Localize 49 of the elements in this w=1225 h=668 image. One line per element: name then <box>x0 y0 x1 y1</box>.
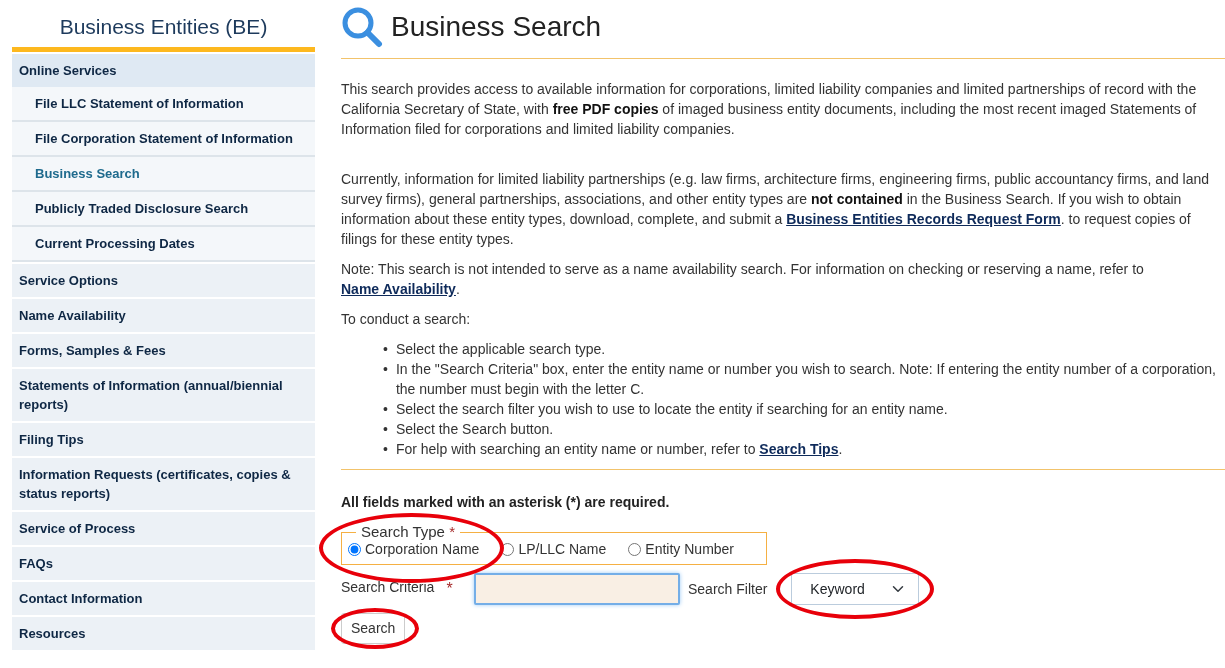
sidebar-item[interactable]: Name Availability <box>12 299 315 332</box>
bullet: • <box>383 440 388 459</box>
field-label: Search Filter <box>688 579 768 599</box>
list-item: Select the search filter you wish to use to locate the entity if searching for an entity name. <box>395 400 948 419</box>
sidebar-item[interactable]: Service of Process <box>12 512 315 545</box>
sidebar-item[interactable]: FAQs <box>12 547 315 580</box>
search-criteria-field[interactable] <box>474 573 680 605</box>
bullet: • <box>383 360 388 379</box>
legend-text: Search Type <box>361 523 446 540</box>
list-item: In the "Search Criteria" box, enter the entity name or number you wish to search. Note: If entering the entity number of a corporation, the number must begin with the letter C. <box>395 360 1217 399</box>
list-item: For help with searching an entity name or number, refer to Search Tips. <box>395 440 843 459</box>
required-mark: * <box>446 579 453 599</box>
sidebar-subitem[interactable]: File LLC Statement of Information <box>12 87 315 122</box>
list-item: Select the applicable search type. <box>395 340 606 359</box>
sidebar-item[interactable]: Forms, Samples & Fees <box>12 334 315 367</box>
search-filter-select[interactable]: Keyword <box>791 573 920 605</box>
sidebar-item[interactable]: Resources <box>12 617 315 650</box>
sidebar-item[interactable]: Information Requests (certificates, copies & status reports) <box>12 458 315 510</box>
paragraph: Note: This search is not intended to serve as a name availability search. For information on checking or reserving a name, refer to Name Availability. <box>341 260 1145 299</box>
radio-button[interactable] <box>348 543 361 556</box>
page-title: Business Search <box>391 10 602 44</box>
search-button[interactable]: Search <box>341 613 406 644</box>
link[interactable]: Business Entities Records Request Form <box>786 211 1061 227</box>
sidebar-subitem[interactable]: Publicly Traded Disclosure Search <box>12 192 315 227</box>
paragraph: Currently, information for limited liability partnerships (e.g. law firms, architecture firms, engineering firms, public accountancy firms, and land survey firms), general partnerships, associations, and other entity types are not contained in the Business Search. If you wish to obtain information about these entity types, download, complete, and submit a Business Entities Records Request Form. to request copies of filings for these entity types. <box>341 170 1211 249</box>
sidebar-subitem[interactable]: File Corporation Statement of Information <box>12 122 315 157</box>
paragraph: To conduct a search: <box>341 310 472 329</box>
sidebar-subitem[interactable]: Business Search <box>12 157 315 192</box>
bullet: • <box>383 400 388 419</box>
sidebar-subitem[interactable]: Current Processing Dates <box>12 227 315 262</box>
radio-label: LP/LLC Name <box>518 540 607 559</box>
bullet: • <box>383 420 388 439</box>
list-item: Select the Search button. <box>395 420 554 439</box>
bullet: • <box>383 340 388 359</box>
radio-label: Entity Number <box>645 540 735 559</box>
radio-label: Corporation Name <box>365 540 480 559</box>
radio-button[interactable] <box>628 543 642 556</box>
link[interactable]: Name Availability <box>341 281 456 297</box>
sidebar-item[interactable]: Statements of Information (annual/biennial reports) <box>12 369 315 421</box>
required-note: All fields marked with an asterisk (*) are required. <box>341 493 671 512</box>
field-label: Search Criteria <box>341 578 435 597</box>
sidebar-item[interactable]: Filing Tips <box>12 423 315 456</box>
required-mark: * <box>449 523 455 540</box>
sidebar-item[interactable]: Contact Information <box>12 582 315 615</box>
paragraph: This search provides access to available information for corporations, limited liability companies and limited partnerships of record with the California Secretary of State, with free PDF copies of imaged business entity documents, including the most recent imaged Statements of Information filed for corporations and limited liability companies. <box>341 80 1198 139</box>
search-icon <box>341 6 383 48</box>
sidebar-item[interactable]: Service Options <box>12 264 315 297</box>
sidebar-item[interactable]: Online Services <box>12 54 315 87</box>
radio-button[interactable] <box>501 543 515 556</box>
